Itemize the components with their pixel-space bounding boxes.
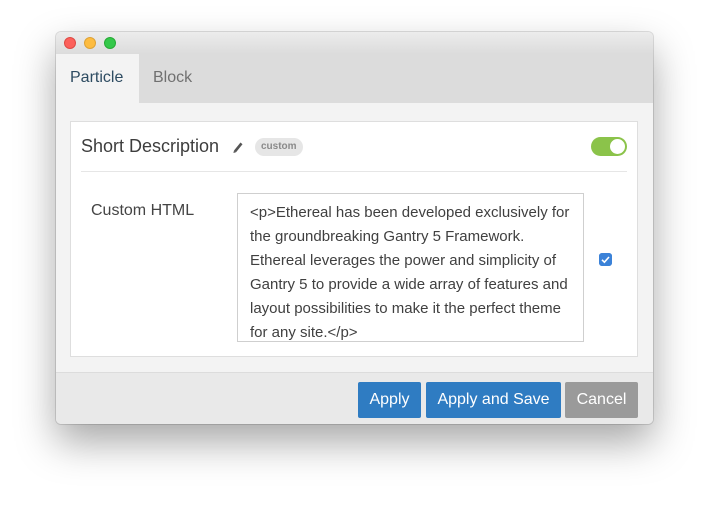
custom-html-label: Custom HTML [91, 202, 195, 219]
panel-title[interactable]: Short Description [81, 136, 219, 157]
close-window-icon[interactable] [64, 37, 76, 49]
pencil-icon[interactable] [232, 140, 244, 154]
particle-panel: Short Description custom Custom HTML <p>… [70, 121, 638, 357]
modal-footer: Apply Apply and Save Cancel [56, 372, 653, 424]
custom-html-textarea[interactable]: <p>Ethereal has been developed exclusive… [237, 193, 584, 342]
modal-window: Particle Block Short Description custom … [56, 32, 653, 424]
toggle-knob [610, 139, 625, 154]
tab-particle[interactable]: Particle [56, 54, 139, 103]
apply-button[interactable]: Apply [358, 382, 421, 418]
window-titlebar [56, 32, 653, 55]
tab-block[interactable]: Block [139, 54, 206, 103]
minimize-window-icon[interactable] [84, 37, 96, 49]
tab-bar: Particle Block [56, 54, 653, 103]
apply-and-save-button[interactable]: Apply and Save [426, 382, 561, 418]
cancel-button[interactable]: Cancel [565, 382, 638, 418]
override-checkbox[interactable] [599, 253, 612, 266]
panel-header: Short Description custom [81, 122, 627, 172]
enable-toggle[interactable] [591, 137, 627, 156]
zoom-window-icon[interactable] [104, 37, 116, 49]
custom-badge: custom [255, 138, 303, 156]
